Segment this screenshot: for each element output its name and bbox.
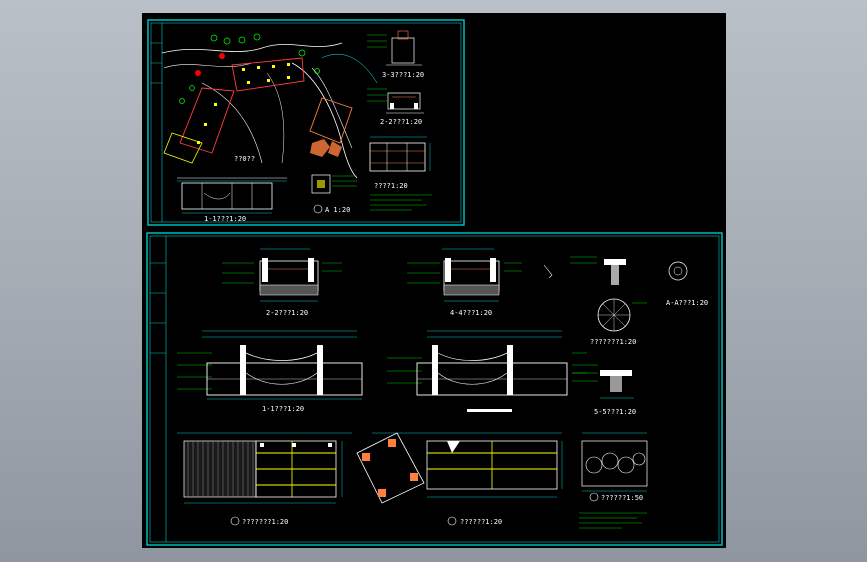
bottom-sheet: 2-2???1:20 4-4???1:20 A-A???1:20 ???????…: [146, 232, 723, 546]
bottom-section-4: 4-4???1:20: [407, 248, 522, 317]
bottom-section-2-caption: 2-2???1:20: [266, 309, 308, 317]
bottom-plan-1: ???????1:20: [177, 432, 352, 526]
bottom-elevation-1: 1-1???1:20: [177, 330, 363, 413]
top-plan-caption: ????1:20: [374, 182, 408, 190]
top-section-2-caption: 2-2???1:20: [380, 118, 422, 126]
bottom-elevation-2: [387, 330, 587, 412]
site-plan-title: ??0??: [234, 155, 255, 163]
top-plan: ????1:20: [369, 136, 432, 211]
top-section-3-caption: 3-3???1:20: [382, 71, 424, 79]
site-plan: ??0??: [161, 33, 378, 179]
top-elevation: 1-1???1:20: [177, 177, 287, 223]
bottom-detail-aa-caption: A-A???1:20: [666, 299, 708, 307]
bottom-column-plan-caption: ???????1:20: [590, 338, 636, 346]
bottom-column-plan: ???????1:20: [590, 298, 647, 346]
bottom-detail-aa: A-A???1:20: [543, 256, 708, 307]
bottom-elevation-1-caption: 1-1???1:20: [262, 405, 304, 413]
top-detail-a: A 1:20: [311, 174, 357, 214]
cad-drawing-canvas: ??0?? 1-1???1:20 A 1:20 3-3???1:20 2-2??…: [142, 13, 726, 548]
bottom-plan-1-caption: ???????1:20: [242, 518, 288, 526]
top-sheet: ??0?? 1-1???1:20 A 1:20 3-3???1:20 2-2??…: [147, 19, 465, 226]
bottom-section-2: 2-2???1:20: [222, 248, 342, 317]
bottom-plan-2-caption: ??????1:20: [460, 518, 502, 526]
cad-drawing: ??0?? 1-1???1:20 A 1:20 3-3???1:20 2-2??…: [146, 19, 723, 546]
bottom-detail-3: ??????1:50: [579, 432, 648, 529]
bottom-detail-3-caption: ??????1:50: [601, 494, 643, 502]
bottom-plan-2: ??????1:20: [356, 432, 563, 526]
bottom-section-5-caption: 5-5???1:20: [594, 408, 636, 416]
top-detail-a-caption: A 1:20: [325, 206, 350, 214]
bottom-section-4-caption: 4-4???1:20: [450, 309, 492, 317]
top-elevation-caption: 1-1???1:20: [204, 215, 246, 223]
top-section-3: 3-3???1:20: [367, 30, 424, 79]
bottom-section-5: 5-5???1:20: [572, 364, 636, 416]
top-section-2: 2-2???1:20: [367, 88, 424, 126]
